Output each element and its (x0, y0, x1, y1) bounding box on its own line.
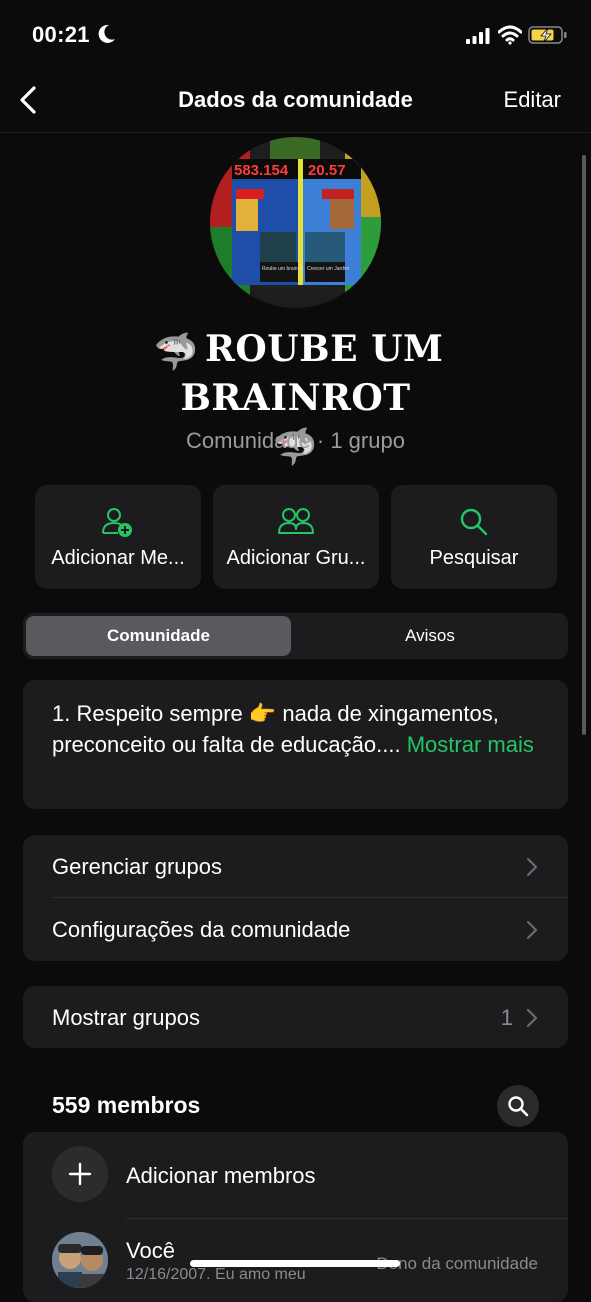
row-divider (126, 1218, 568, 1219)
add-person-icon (102, 508, 132, 537)
add-groups-button[interactable]: Adicionar Gru... (213, 485, 379, 589)
avatar-right-caption: Crescer um Jardim (307, 266, 349, 272)
home-indicator (190, 1260, 400, 1267)
show-groups-label: Mostrar grupos (52, 1005, 200, 1030)
plus-icon (68, 1162, 92, 1186)
community-description-card: 1. Respeito sempre 👉 nada de xingamentos… (23, 680, 568, 809)
community-settings-row[interactable]: Configurações da comunidade (23, 898, 568, 961)
member-about: 12/16/2007. Eu amo meu (126, 1266, 306, 1283)
community-subtitle: Comunidade · 1 grupo (186, 428, 405, 453)
page-title: Dados da comunidade (178, 87, 413, 112)
search-icon (508, 1096, 529, 1117)
add-members-row-label: Adicionar membros (126, 1163, 316, 1188)
shark-emoji: 🦈 (153, 331, 199, 373)
show-groups-card[interactable]: Mostrar grupos 1 (23, 986, 568, 1048)
status-bar: 00:21 (0, 0, 591, 70)
manage-groups-label: Gerenciar grupos (52, 854, 222, 879)
search-button[interactable]: Pesquisar (391, 485, 557, 589)
battery-charging-icon (528, 26, 567, 44)
chevron-right-icon (526, 857, 538, 877)
add-members-row[interactable]: Adicionar membros (23, 1132, 568, 1218)
avatar-right-score: 20.57 (308, 162, 346, 179)
add-members-label: Adicionar Me... (51, 547, 185, 569)
add-member-circle (52, 1146, 108, 1202)
add-groups-label: Adicionar Gru... (226, 547, 366, 569)
chevron-right-icon (526, 1008, 538, 1028)
moon-icon (98, 24, 115, 43)
settings-card: Gerenciar grupos Configurações da comuni… (23, 835, 568, 961)
members-card: Adicionar membros Você 12/16/2007. Eu am… (23, 1132, 568, 1302)
community-name-text: ROUBE UM BRAINROT (180, 328, 444, 419)
community-avatar[interactable]: 583.154 20.57 Roube um brainrot Crescer … (210, 137, 381, 308)
navigation-bar: Dados da comunidade Editar (0, 70, 591, 133)
search-label: Pesquisar (429, 547, 519, 569)
community-settings-label: Configurações da comunidade (52, 917, 351, 942)
tab-announcements[interactable]: Avisos (295, 626, 565, 646)
groups-count: 1 (500, 1005, 513, 1030)
wifi-icon (498, 25, 522, 45)
add-members-button[interactable]: Adicionar Me... (35, 485, 201, 589)
members-search-button[interactable] (497, 1085, 539, 1127)
edit-button[interactable]: Editar (504, 87, 561, 113)
avatar-left-caption: Roube um brainrot (262, 266, 304, 272)
avatar-left-score: 583.154 (234, 162, 289, 179)
show-groups-row[interactable]: Mostrar grupos 1 (23, 986, 568, 1048)
chevron-right-icon (526, 920, 538, 940)
community-description: 1. Respeito sempre 👉 nada de xingamentos… (52, 698, 552, 760)
community-avatar-image: 583.154 20.57 Roube um brainrot Crescer … (210, 137, 381, 308)
tab-community[interactable]: Comunidade (26, 626, 291, 646)
member-name: Você (126, 1238, 175, 1263)
manage-groups-row[interactable]: Gerenciar grupos (23, 835, 568, 897)
member-role: Dono da comunidade (376, 1254, 538, 1273)
scrollbar[interactable] (582, 155, 586, 735)
status-time: 00:21 (32, 22, 90, 47)
show-more-link[interactable]: Mostrar mais (407, 732, 534, 757)
cellular-signal-icon (466, 28, 490, 44)
segmented-control: Comunidade Avisos (23, 613, 568, 659)
members-count-title: 559 membros (52, 1092, 201, 1118)
group-icon (278, 508, 314, 534)
search-icon (460, 508, 488, 536)
